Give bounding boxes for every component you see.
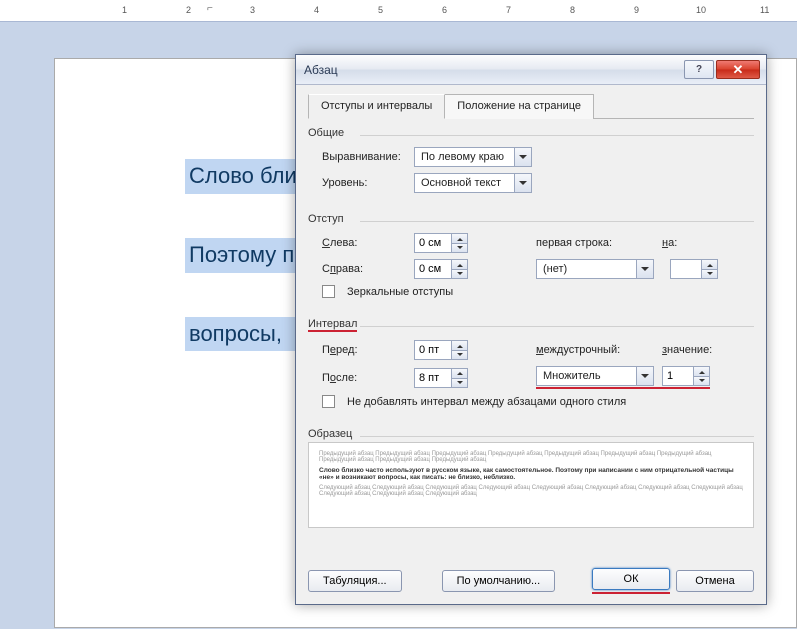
preview-prev: Предыдущий абзац Предыдущий абзац Предыд… <box>319 451 743 463</box>
alignment-value: По левому краю <box>415 151 514 163</box>
linespacing-label: междустрочный: <box>536 344 646 356</box>
group-preview-title: Образец <box>308 428 754 442</box>
after-label: После: <box>322 372 408 384</box>
firstline-label: первая строка: <box>536 237 646 249</box>
firstline-combo[interactable]: (нет) <box>536 259 654 279</box>
indent-left-label: Слева: <box>322 237 408 249</box>
ok-button[interactable]: ОК <box>592 568 670 590</box>
help-button[interactable]: ? <box>684 60 714 79</box>
spinner-up-icon[interactable] <box>452 260 467 269</box>
alignment-combo[interactable]: По левому краю <box>414 147 532 167</box>
nosame-checkbox[interactable] <box>322 395 335 408</box>
spinner-up-icon[interactable] <box>702 260 717 269</box>
spinner-down-icon[interactable] <box>452 269 467 278</box>
group-indent-title: Отступ <box>308 213 754 227</box>
by-spinner[interactable] <box>670 259 718 279</box>
alignment-label: Выравнивание: <box>322 151 408 163</box>
preview-main: Слово близко часто используют в русском … <box>319 467 743 481</box>
spacing-value-input[interactable] <box>663 367 693 385</box>
chevron-down-icon[interactable] <box>636 367 653 385</box>
linespacing-value: Множитель <box>537 370 636 382</box>
before-label: Перед: <box>322 344 408 356</box>
default-label: По умолчанию... <box>457 575 541 587</box>
indent-left-spinner[interactable] <box>414 233 468 253</box>
dialog-footer: Табуляция... По умолчанию... ОК Отмена <box>308 568 754 594</box>
ruler-number: 8 <box>570 5 575 15</box>
level-combo[interactable]: Основной текст <box>414 173 532 193</box>
preview-next: Следующий абзац Следующий абзац Следующи… <box>319 485 743 497</box>
ok-label: ОК <box>624 573 639 585</box>
spinner-down-icon[interactable] <box>452 243 467 252</box>
close-button[interactable]: ✕ <box>716 60 760 79</box>
value-label: значение: <box>662 344 712 356</box>
spinner-down-icon[interactable] <box>452 378 467 387</box>
group-indent: Отступ Слева: первая строка: на: Справа: <box>308 213 754 308</box>
group-preview: Образец Предыдущий абзац Предыдущий абза… <box>308 428 754 528</box>
spinner-down-icon[interactable] <box>702 269 717 278</box>
ruler-number: 9 <box>634 5 639 15</box>
tabulation-label: Табуляция... <box>323 575 387 587</box>
spinner-up-icon[interactable] <box>452 341 467 350</box>
ruler-number: 1 <box>122 5 127 15</box>
ruler-number: 10 <box>696 5 706 15</box>
spinner-down-icon[interactable] <box>694 376 709 385</box>
indent-left-input[interactable] <box>415 234 451 252</box>
chevron-down-icon[interactable] <box>514 148 531 166</box>
cancel-button[interactable]: Отмена <box>676 570 754 592</box>
by-label: на: <box>662 237 677 249</box>
tab-indents[interactable]: Отступы и интервалы <box>308 94 445 119</box>
chevron-down-icon[interactable] <box>636 260 653 278</box>
before-spinner[interactable] <box>414 340 468 360</box>
mirror-checkbox[interactable] <box>322 285 335 298</box>
spinner-down-icon[interactable] <box>452 350 467 359</box>
cancel-label: Отмена <box>695 575 734 587</box>
level-label: Уровень: <box>322 177 408 189</box>
tabs: Отступы и интервалы Положение на страниц… <box>308 93 754 119</box>
tabulation-button[interactable]: Табуляция... <box>308 570 402 592</box>
ruler-number: 11 <box>760 5 769 15</box>
ruler-number: 3 <box>250 5 255 15</box>
doc-line-2-left: Поэтому п <box>189 242 294 267</box>
spacing-value-spinner[interactable] <box>662 366 710 386</box>
preview-box: Предыдущий абзац Предыдущий абзац Предыд… <box>308 442 754 528</box>
ruler-number: 7 <box>506 5 511 15</box>
spinner-up-icon[interactable] <box>452 369 467 378</box>
indent-right-spinner[interactable] <box>414 259 468 279</box>
chevron-down-icon[interactable] <box>514 174 531 192</box>
tab-marker[interactable]: ⌐ <box>207 3 213 14</box>
mirror-label: Зеркальные отступы <box>347 286 453 298</box>
tab-position[interactable]: Положение на странице <box>445 94 594 119</box>
group-general: Общие Выравнивание: По левому краю Урове… <box>308 127 754 203</box>
group-spacing: Интервал Перед: междустрочный: значение:… <box>308 318 754 418</box>
doc-line-1-left: Слово бли <box>189 163 297 188</box>
doc-line-3: вопросы, <box>189 321 282 346</box>
group-general-title: Общие <box>308 127 754 141</box>
indent-right-input[interactable] <box>415 260 451 278</box>
tab-position-label: Положение на странице <box>457 100 581 112</box>
linespacing-combo[interactable]: Множитель <box>536 366 654 386</box>
tab-indents-label: Отступы и интервалы <box>321 100 432 112</box>
ruler-number: 4 <box>314 5 319 15</box>
firstline-value: (нет) <box>537 263 636 275</box>
level-value: Основной текст <box>415 177 514 189</box>
ruler-number: 2 <box>186 5 191 15</box>
ruler-number: 6 <box>442 5 447 15</box>
after-input[interactable] <box>415 369 451 387</box>
spinner-up-icon[interactable] <box>694 367 709 376</box>
after-spinner[interactable] <box>414 368 468 388</box>
default-button[interactable]: По умолчанию... <box>442 570 556 592</box>
spinner-up-icon[interactable] <box>452 234 467 243</box>
indent-right-label: Справа: <box>322 263 408 275</box>
by-input[interactable] <box>671 260 701 278</box>
before-input[interactable] <box>415 341 451 359</box>
paragraph-dialog: Абзац ? ✕ Отступы и интервалы Положение … <box>295 54 767 605</box>
titlebar[interactable]: Абзац ? ✕ <box>296 55 766 85</box>
horizontal-ruler: ⌐ 1 2 3 4 5 6 7 8 9 10 11 <box>0 0 797 22</box>
nosame-label: Не добавлять интервал между абзацами одн… <box>347 396 626 408</box>
group-spacing-title: Интервал <box>308 318 754 334</box>
dialog-title: Абзац <box>302 63 338 77</box>
ruler-number: 5 <box>378 5 383 15</box>
